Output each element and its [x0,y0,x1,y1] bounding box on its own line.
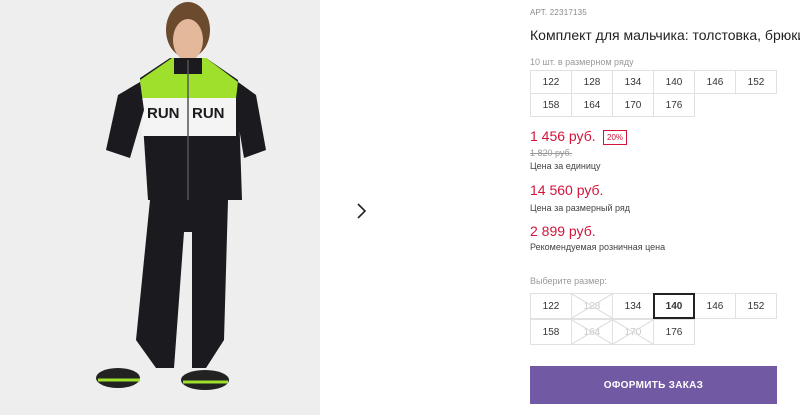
product-gallery: RUN RUN [0,0,320,415]
size-range-cell: 164 [571,93,613,117]
size-picker-grid: 122 128 134 140 146 152 158 164170 176 [530,293,777,345]
choose-size-caption: Выберите размер: [530,276,607,286]
size-option-label: 158 [542,326,560,338]
size-range-cell: 158 [530,93,572,117]
svg-text:RUN: RUN [147,105,180,122]
unit-price: 1 456 руб. [530,128,596,144]
gallery-next-button[interactable] [342,192,380,230]
size-range-cell: 146 [694,70,736,94]
size-range-cell: 140 [653,70,695,94]
size-range-cell: 134 [612,70,654,94]
size-option-176[interactable]: 176 [653,319,695,345]
size-range-cell: 176 [653,93,695,117]
product-title: Комплект для мальчика: толстовка, брюки [530,27,800,43]
size-option-128: 128 [571,293,613,319]
size-option-164: 164 [571,319,613,345]
unavailable-cross-icon [572,294,612,318]
svg-text:RUN: RUN [192,105,225,122]
size-range-cell: 128 [571,70,613,94]
size-option-152[interactable]: 152 [735,293,777,319]
unit-price-caption: Цена за единицу [530,161,601,171]
size-option-158[interactable]: 158 [530,319,572,345]
size-range-caption: 10 шт. в размерном ряду [530,57,634,67]
size-option-122[interactable]: 122 [530,293,572,319]
product-info: АРТ. 22317135 Комплект для мальчика: тол… [530,0,800,415]
chevron-right-icon [357,203,367,219]
unavailable-cross-icon [572,320,612,344]
order-button[interactable]: ОФОРМИТЬ ЗАКАЗ [530,366,777,404]
size-option-label: 152 [747,300,765,312]
size-range-cell: 170 [612,93,654,117]
size-option-label: 122 [542,300,560,312]
size-range-grid: 122 128 134 140 146 152 158 164 170 176 [530,70,777,117]
size-option-134[interactable]: 134 [612,293,654,319]
product-photo: RUN RUN [0,0,320,415]
row-price: 14 560 руб. [530,182,604,198]
size-range-cell: 152 [735,70,777,94]
old-price: 1 820 руб. [530,148,573,158]
unavailable-cross-icon [613,320,653,344]
retail-price-caption: Рекомендуемая розничная цена [530,242,666,252]
size-option-140[interactable]: 140 [653,293,695,319]
size-range-cell: 122 [530,70,572,94]
size-option-label: 146 [706,300,724,312]
size-option-170: 170 [612,319,654,345]
row-price-caption: Цена за размерный ряд [530,203,631,213]
size-option-label: 140 [665,300,683,312]
size-option-146[interactable]: 146 [694,293,736,319]
size-option-label: 176 [665,326,683,338]
size-option-label: 134 [624,300,642,312]
retail-price: 2 899 руб. [530,223,596,239]
product-article: АРТ. 22317135 [530,8,587,17]
discount-badge: 20% [603,130,628,145]
